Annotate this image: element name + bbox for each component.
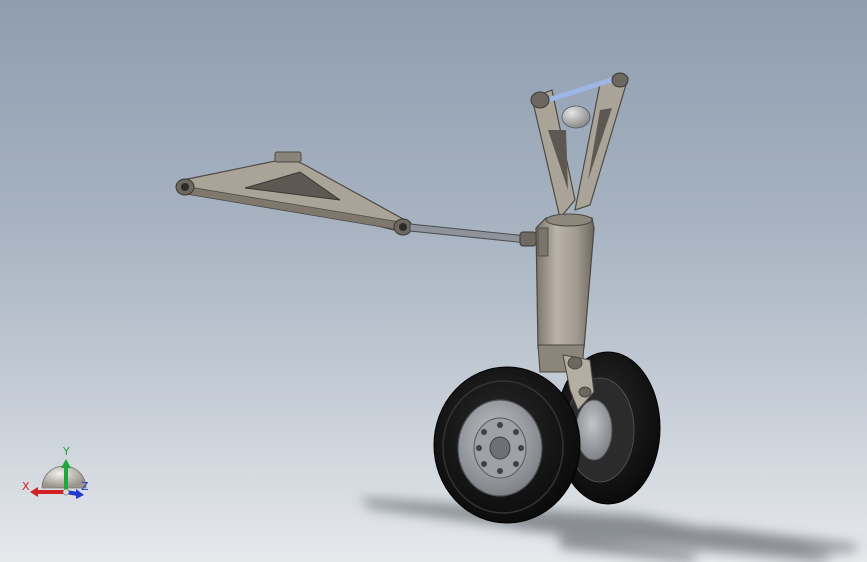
y-axis-label: Y <box>62 445 70 458</box>
front-wheel[interactable] <box>433 366 581 524</box>
side-brace-v-frame[interactable] <box>530 72 629 220</box>
z-axis-label: Z <box>81 480 89 493</box>
3d-model-viewport[interactable]: X Y Z <box>0 0 867 562</box>
x-axis-label: X <box>22 480 30 493</box>
main-strut-cylinder[interactable] <box>535 213 595 373</box>
ground-shadow <box>360 498 860 562</box>
drag-brace-a-frame[interactable] <box>175 151 413 236</box>
landing-gear-scene[interactable]: X Y Z <box>0 0 867 562</box>
actuator-rod[interactable] <box>409 223 537 247</box>
orientation-triad[interactable]: X Y Z <box>22 445 89 499</box>
